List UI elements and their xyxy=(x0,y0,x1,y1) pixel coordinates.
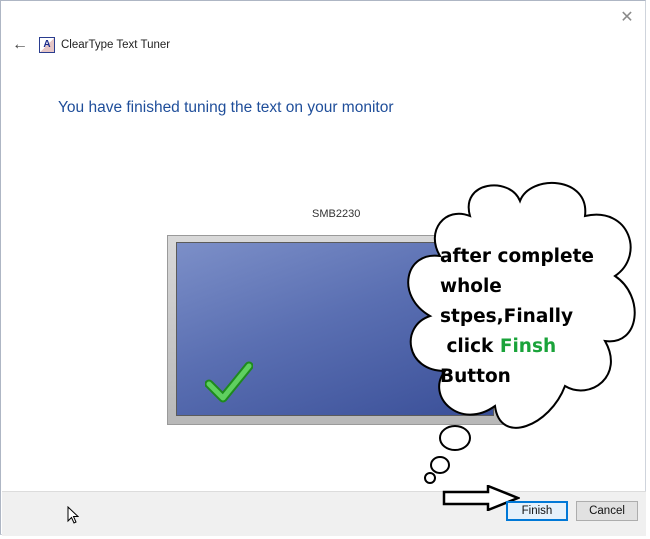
annotation-line-5: Button xyxy=(440,366,511,387)
annotation-line-1: after complete xyxy=(440,246,594,267)
annotation-line-4: click Finsh xyxy=(440,336,557,357)
cleartype-app-icon: A xyxy=(39,37,55,53)
annotation-text: after complete whole stpes,Finally click… xyxy=(440,242,640,392)
close-icon: ✕ xyxy=(620,9,634,26)
back-arrow-icon: ← xyxy=(12,36,28,53)
annotation-line-3: stpes,Finally xyxy=(440,306,574,327)
title-bar: ← A ClearType Text Tuner xyxy=(11,35,170,55)
annotation-highlight: Finsh xyxy=(499,336,557,357)
close-button[interactable]: ✕ xyxy=(617,7,637,27)
monitor-name-label: SMB2230 xyxy=(312,208,361,220)
app-title: ClearType Text Tuner xyxy=(61,39,171,51)
checkmark-icon xyxy=(205,361,253,403)
page-heading: You have finished tuning the text on you… xyxy=(58,99,394,116)
cancel-button[interactable]: Cancel xyxy=(576,501,638,521)
mouse-cursor-icon xyxy=(67,506,79,524)
annotation-line-2: whole xyxy=(440,276,502,297)
back-button[interactable]: ← xyxy=(11,36,29,54)
finish-button[interactable]: Finish xyxy=(506,501,568,521)
